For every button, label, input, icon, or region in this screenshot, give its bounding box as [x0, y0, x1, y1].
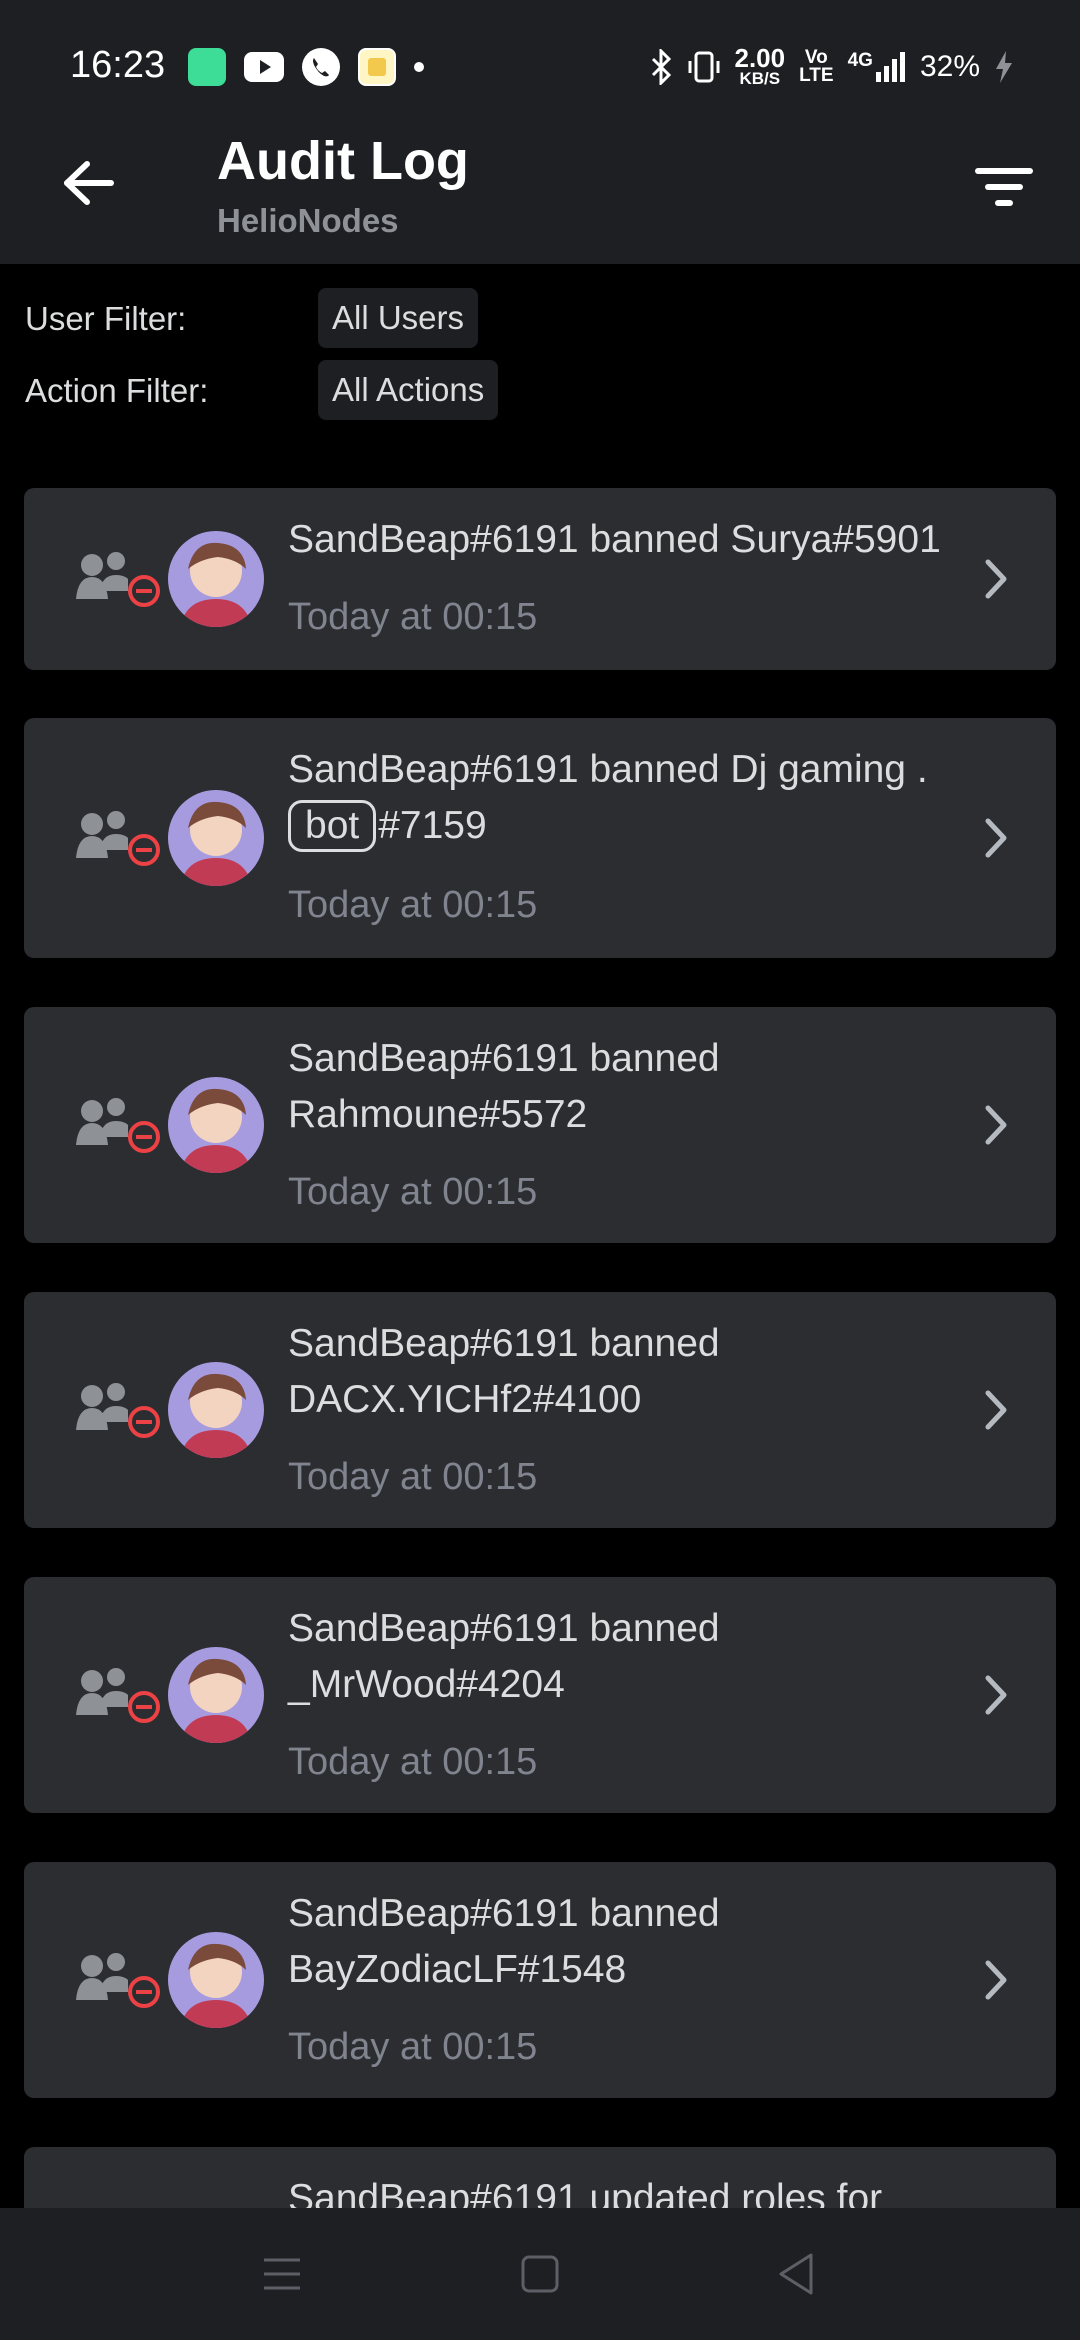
signal-indicator: 4G [848, 50, 906, 84]
bot-badge: bot [288, 800, 377, 852]
chevron-right-icon [985, 1105, 1007, 1145]
chevron-right-icon [985, 818, 1007, 858]
avatar [168, 1647, 264, 1743]
system-nav-bar [0, 2208, 1080, 2340]
chat-app-icon [188, 48, 226, 86]
phone-icon [302, 48, 340, 86]
audit-log-entry[interactable]: SandBeap#6191 banned Surya#5901 Today at… [24, 488, 1056, 670]
bluetooth-icon [651, 49, 671, 85]
action-filter-select[interactable]: All Actions [318, 360, 499, 420]
audit-log-entry[interactable]: SandBeap#6191 banned Rahmoune#5572 Today… [24, 1007, 1056, 1243]
avatar [168, 1932, 264, 2028]
audit-log-entry[interactable]: SandBeap#6191 banned DACX.YICHf2#4100 To… [24, 1292, 1056, 1528]
menu-icon [264, 2258, 300, 2290]
filter-button[interactable] [964, 152, 1044, 222]
avatar [168, 790, 264, 886]
notification-icons [188, 48, 424, 86]
app-header: Audit Log HelioNodes [0, 130, 1080, 264]
entry-text: SandBeap#6191 banned Surya#5901 [288, 518, 941, 561]
member-ban-icon [76, 811, 160, 866]
user-filter-select[interactable]: All Users [318, 288, 479, 348]
charging-icon [996, 51, 1012, 83]
chevron-right-icon [985, 1675, 1007, 1715]
entry-text-end: #7159 [378, 804, 487, 847]
page-title: Audit Log [217, 131, 469, 191]
chevron-right-icon [985, 1390, 1007, 1430]
entry-time: Today at 00:15 [288, 884, 538, 926]
network-speed: 2.00 KB/S [734, 43, 786, 88]
member-ban-icon [76, 1668, 160, 1723]
arrow-left-icon [64, 161, 114, 205]
avatar [168, 531, 264, 627]
square-icon [521, 2255, 559, 2293]
chevron-right-icon [985, 1960, 1007, 2000]
entry-text: SandBeap#6191 banned BayZodiacLF#1548 [288, 1892, 720, 1991]
entry-text: SandBeap#6191 banned DACX.YICHf2#4100 [288, 1322, 720, 1421]
entry-time: Today at 00:15 [288, 1171, 538, 1213]
vibrate-icon [688, 51, 719, 83]
action-filter-row: Action Filter: All Actions [0, 360, 1080, 420]
entry-text: SandBeap#6191 banned Rahmoune#5572 [288, 1037, 720, 1136]
audit-log-entry[interactable]: SandBeap#6191 banned _MrWood#4204 Today … [24, 1577, 1056, 1813]
back-button[interactable] [54, 148, 124, 218]
audit-log-entry[interactable]: SandBeap#6191 banned BayZodiacLF#1548 To… [24, 1862, 1056, 2098]
entry-text-start: SandBeap#6191 banned Dj gaming . [288, 748, 928, 791]
rupee-app-icon [358, 48, 396, 86]
back-nav-button[interactable] [766, 2244, 826, 2304]
entry-time: Today at 00:15 [288, 2026, 538, 2068]
volte-indicator: Vo LTE [799, 47, 834, 86]
server-name: HelioNodes [217, 202, 399, 239]
member-ban-icon [76, 1098, 160, 1153]
recents-button[interactable] [252, 2244, 312, 2304]
audit-log-list: SandBeap#6191 banned Surya#5901 Today at… [0, 488, 1080, 2208]
filter-section: User Filter: All Users Action Filter: Al… [0, 264, 1080, 464]
member-ban-icon [76, 552, 160, 607]
status-bar: 16:23 2.00 KB/S Vo LTE 4G 32% [0, 0, 1080, 130]
entry-text: SandBeap#6191 banned Dj gaming . bot #715… [288, 742, 968, 854]
youtube-icon [244, 52, 284, 82]
user-filter-row: User Filter: All Users [0, 288, 1080, 348]
entry-text: SandBeap#6191 updated roles for [288, 2177, 883, 2208]
more-notifications-dot [414, 62, 424, 72]
user-filter-label: User Filter: [25, 300, 187, 337]
home-button[interactable] [510, 2244, 570, 2304]
entry-text: SandBeap#6191 banned _MrWood#4204 [288, 1607, 720, 1706]
action-filter-label: Action Filter: [25, 372, 209, 409]
chevron-right-icon [985, 559, 1007, 599]
triangle-back-icon [779, 2253, 813, 2295]
avatar [168, 1077, 264, 1173]
entry-time: Today at 00:15 [288, 596, 538, 638]
entry-time: Today at 00:15 [288, 1741, 538, 1783]
audit-log-entry[interactable]: SandBeap#6191 banned Dj gaming . bot #715… [24, 718, 1056, 958]
member-ban-icon [76, 1953, 160, 2008]
status-time: 16:23 [70, 44, 166, 86]
audit-log-entry[interactable]: SandBeap#6191 updated roles for [24, 2147, 1056, 2208]
status-indicators: 2.00 KB/S Vo LTE 4G 32% [649, 43, 1015, 88]
battery-percent: 32% [919, 50, 980, 83]
filter-icon [975, 168, 1033, 206]
entry-time: Today at 00:15 [288, 1456, 538, 1498]
member-ban-icon [76, 1383, 160, 1438]
avatar [168, 1362, 264, 1458]
signal-bars-icon [875, 52, 905, 82]
